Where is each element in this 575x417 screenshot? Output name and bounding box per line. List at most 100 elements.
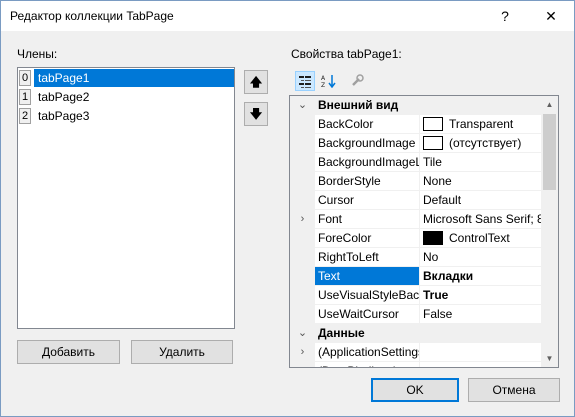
scroll-up-icon[interactable]: ▲ bbox=[541, 96, 558, 113]
expand-icon[interactable]: › bbox=[290, 362, 315, 367]
row-gutter bbox=[290, 305, 315, 324]
property-row[interactable]: BackColor Transparent bbox=[290, 115, 543, 134]
alphabetical-icon[interactable]: A Z bbox=[319, 71, 339, 91]
property-name[interactable]: BackgroundImageLayout bbox=[315, 153, 419, 172]
property-grid[interactable]: ⌄ Внешний вид BackColor Transparent Backgrou… bbox=[289, 95, 559, 368]
property-value-text: Tile bbox=[423, 155, 442, 169]
svg-text:Z: Z bbox=[321, 82, 325, 88]
property-value[interactable]: Вкладки bbox=[419, 267, 543, 286]
property-name[interactable]: Text bbox=[315, 267, 419, 286]
property-value[interactable]: ControlText bbox=[419, 229, 543, 248]
row-gutter bbox=[290, 172, 315, 191]
property-value-text: ControlText bbox=[449, 231, 510, 245]
property-row[interactable]: › (ApplicationSettings) bbox=[290, 343, 543, 362]
members-label: Члены: bbox=[17, 47, 58, 61]
property-value[interactable]: None bbox=[419, 172, 543, 191]
item-label: tabPage3 bbox=[38, 109, 90, 123]
category-label: Данные bbox=[315, 324, 543, 343]
svg-text:A: A bbox=[321, 75, 326, 82]
property-value[interactable] bbox=[419, 362, 543, 367]
property-value[interactable]: False bbox=[419, 305, 543, 324]
collapse-icon[interactable]: ⌄ bbox=[290, 324, 315, 343]
property-name[interactable]: (DataBindings) bbox=[315, 362, 419, 367]
property-row[interactable]: RightToLeft No bbox=[290, 248, 543, 267]
close-button[interactable]: ✕ bbox=[528, 1, 574, 31]
expand-icon[interactable]: › bbox=[290, 343, 315, 362]
property-value-text: None bbox=[423, 174, 452, 188]
window-title: Редактор коллекции TabPage bbox=[10, 9, 174, 23]
property-value-text: Default bbox=[423, 193, 462, 207]
property-value[interactable] bbox=[419, 343, 543, 362]
item-index: 0 bbox=[19, 70, 31, 86]
property-row[interactable]: BackgroundImage (отсутствует) bbox=[290, 134, 543, 153]
list-item[interactable]: 2 tabPage3 bbox=[18, 107, 234, 125]
category-label: Внешний вид bbox=[315, 96, 543, 115]
property-name[interactable]: Font bbox=[315, 210, 419, 229]
property-value-text: True bbox=[423, 288, 449, 302]
property-value-text: Microsoft Sans Serif; 8,25pt bbox=[423, 212, 543, 226]
property-category[interactable]: ⌄ Внешний вид bbox=[290, 96, 543, 115]
add-button[interactable]: Добавить bbox=[17, 340, 120, 364]
property-value[interactable]: (отсутствует) bbox=[419, 134, 543, 153]
row-gutter bbox=[290, 153, 315, 172]
row-gutter bbox=[290, 134, 315, 153]
categorized-icon[interactable] bbox=[295, 71, 315, 91]
property-category[interactable]: ⌄ Данные bbox=[290, 324, 543, 343]
ok-button[interactable]: OK bbox=[371, 378, 459, 402]
property-name[interactable]: BackgroundImage bbox=[315, 134, 419, 153]
cancel-button[interactable]: Отмена bbox=[468, 378, 560, 402]
properties-label: Свойства tabPage1: bbox=[291, 47, 402, 61]
property-name[interactable]: UseVisualStyleBackColor bbox=[315, 286, 419, 305]
row-gutter bbox=[290, 115, 315, 134]
property-value-text: Вкладки bbox=[423, 269, 474, 283]
expand-icon[interactable]: › bbox=[290, 210, 315, 229]
property-value-text: Transparent bbox=[449, 117, 514, 131]
property-value[interactable]: Transparent bbox=[419, 115, 543, 134]
item-label: tabPage1 bbox=[34, 69, 234, 87]
property-value[interactable]: True bbox=[419, 286, 543, 305]
scroll-down-icon[interactable]: ▼ bbox=[541, 350, 558, 367]
list-item[interactable]: 0 tabPage1 bbox=[18, 69, 234, 87]
arrow-down-icon: 🡇 bbox=[249, 107, 263, 121]
property-name[interactable]: Cursor bbox=[315, 191, 419, 210]
property-name[interactable]: BackColor bbox=[315, 115, 419, 134]
scroll-thumb[interactable] bbox=[543, 114, 556, 190]
property-value[interactable]: Default bbox=[419, 191, 543, 210]
collapse-icon[interactable]: ⌄ bbox=[290, 96, 315, 115]
property-row[interactable]: ForeColor ControlText bbox=[290, 229, 543, 248]
color-swatch bbox=[423, 135, 443, 150]
property-value[interactable]: Tile bbox=[419, 153, 543, 172]
row-gutter bbox=[290, 191, 315, 210]
move-up-button[interactable]: 🡅 bbox=[244, 70, 268, 94]
property-row[interactable]: BackgroundImageLayout Tile bbox=[290, 153, 543, 172]
property-row[interactable]: Cursor Default bbox=[290, 191, 543, 210]
move-down-button[interactable]: 🡇 bbox=[244, 102, 268, 126]
item-index: 1 bbox=[19, 89, 31, 105]
title-bar: Редактор коллекции TabPage ? ✕ bbox=[1, 1, 574, 31]
property-name[interactable]: ForeColor bbox=[315, 229, 419, 248]
property-row[interactable]: UseWaitCursor False bbox=[290, 305, 543, 324]
property-pages-icon[interactable] bbox=[347, 71, 367, 91]
property-value[interactable]: No bbox=[419, 248, 543, 267]
row-gutter bbox=[290, 286, 315, 305]
vertical-scrollbar[interactable]: ▲ ▼ bbox=[541, 96, 558, 367]
help-button[interactable]: ? bbox=[482, 1, 528, 31]
property-value-text: False bbox=[423, 307, 453, 321]
item-index: 2 bbox=[19, 108, 31, 124]
collection-editor-dialog: Редактор коллекции TabPage ? ✕ Члены: 0 … bbox=[0, 0, 575, 417]
property-value[interactable]: Microsoft Sans Serif; 8,25pt bbox=[419, 210, 543, 229]
property-row[interactable]: BorderStyle None bbox=[290, 172, 543, 191]
row-gutter bbox=[290, 248, 315, 267]
property-row[interactable]: ›Font Microsoft Sans Serif; 8,25pt bbox=[290, 210, 543, 229]
members-list[interactable]: 0 tabPage1 1 tabPage2 2 tabPage3 bbox=[17, 67, 235, 329]
remove-button[interactable]: Удалить bbox=[131, 340, 233, 364]
property-row[interactable]: ›(DataBindings) bbox=[290, 362, 543, 367]
property-name[interactable]: RightToLeft bbox=[315, 248, 419, 267]
property-row[interactable]: Text Вкладки bbox=[290, 267, 543, 286]
list-item[interactable]: 1 tabPage2 bbox=[18, 88, 234, 106]
property-row[interactable]: UseVisualStyleBackColor True bbox=[290, 286, 543, 305]
property-name[interactable]: UseWaitCursor bbox=[315, 305, 419, 324]
property-name[interactable]: BorderStyle bbox=[315, 172, 419, 191]
property-name[interactable]: (ApplicationSettings) bbox=[315, 343, 419, 362]
color-swatch bbox=[423, 230, 443, 245]
